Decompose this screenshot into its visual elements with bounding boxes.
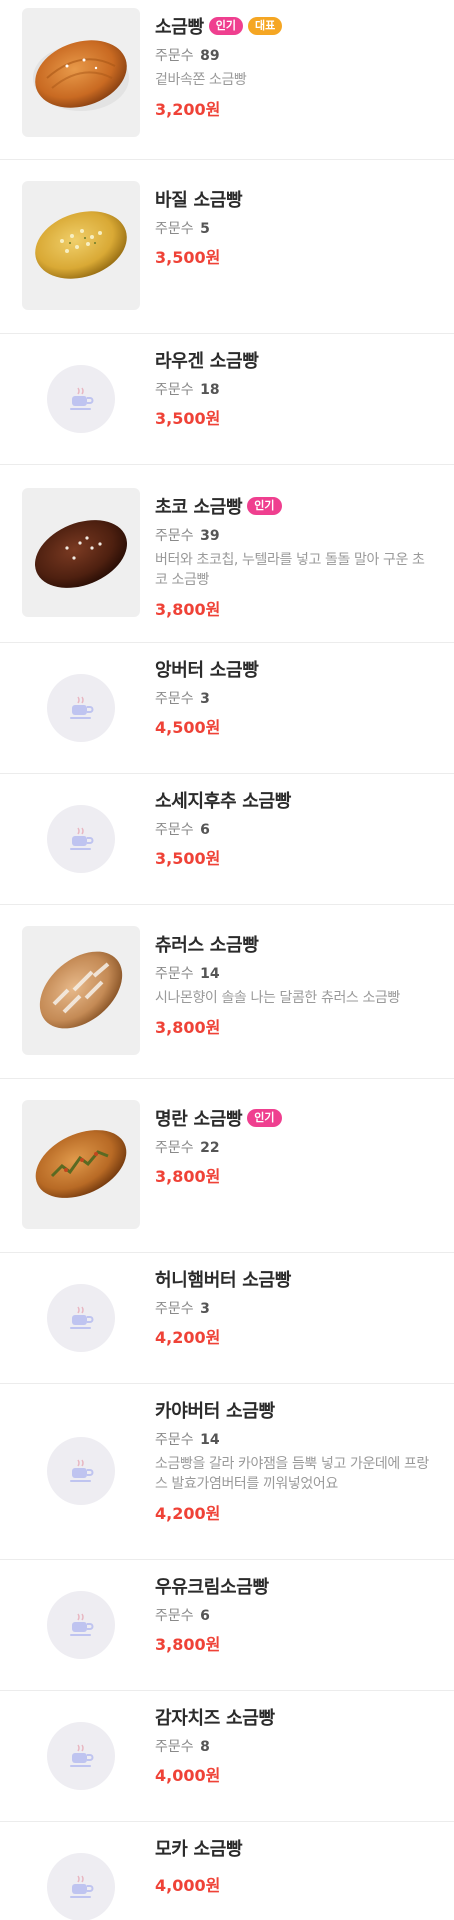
popular-badge: 인기 bbox=[247, 1109, 282, 1127]
signature-badge: 대표 bbox=[248, 17, 283, 35]
item-price: 3,800원 bbox=[155, 1167, 221, 1186]
item-price: 4,200원 bbox=[155, 1504, 221, 1523]
bread-image bbox=[22, 488, 140, 617]
coffee-cup-icon bbox=[47, 805, 115, 873]
order-count: 주문수 8 bbox=[155, 1739, 210, 1755]
item-name: 초코 소금빵 bbox=[155, 497, 243, 518]
item-price: 3,500원 bbox=[155, 409, 221, 428]
item-name: 바질 소금빵 bbox=[155, 190, 243, 211]
item-name: 명란 소금빵 bbox=[155, 1109, 243, 1130]
item-description: 겉바속쫀 소금빵 bbox=[155, 72, 247, 88]
menu-item[interactable]: 앙버터 소금빵 주문수 3 4,500원 bbox=[0, 643, 454, 774]
item-price: 3,200원 bbox=[155, 100, 221, 119]
item-price: 3,500원 bbox=[155, 849, 221, 868]
bread-image bbox=[22, 8, 140, 137]
image-placeholder bbox=[22, 1699, 140, 1813]
item-price: 4,000원 bbox=[155, 1876, 221, 1895]
item-price: 3,800원 bbox=[155, 1018, 221, 1037]
item-name: 츄러스 소금빵 bbox=[155, 935, 259, 956]
item-price: 3,500원 bbox=[155, 248, 221, 267]
coffee-cup-icon bbox=[47, 1284, 115, 1352]
order-count: 주문수 6 bbox=[155, 1608, 210, 1624]
image-placeholder bbox=[22, 651, 140, 765]
image-placeholder bbox=[22, 1830, 140, 1920]
order-count: 주문수 22 bbox=[155, 1140, 220, 1156]
item-price: 3,800원 bbox=[155, 1635, 221, 1654]
order-count: 주문수 6 bbox=[155, 822, 210, 838]
image-placeholder bbox=[22, 1261, 140, 1375]
menu-item[interactable]: 명란 소금빵 인기 주문수 22 3,800원 bbox=[0, 1079, 454, 1253]
order-count: 주문수 18 bbox=[155, 382, 220, 398]
menu-list: 소금빵 인기 대표 주문수 89 겉바속쫀 소금빵 3,200원 바질 소금빵 … bbox=[0, 0, 454, 1920]
menu-item[interactable]: 초코 소금빵 인기 주문수 39 버터와 초코칩, 누텔라를 넣고 돌돌 말아 … bbox=[0, 465, 454, 643]
popular-badge: 인기 bbox=[247, 497, 282, 515]
menu-item[interactable]: 우유크림소금빵 주문수 6 3,800원 bbox=[0, 1560, 454, 1691]
menu-item[interactable]: 카야버터 소금빵 주문수 14 소금빵을 갈라 카야잼을 듬뿍 넣고 가운데에 … bbox=[0, 1384, 454, 1560]
order-count: 주문수 39 bbox=[155, 528, 220, 544]
image-placeholder bbox=[22, 342, 140, 456]
item-name: 허니햄버터 소금빵 bbox=[155, 1270, 292, 1291]
bread-image bbox=[22, 181, 140, 310]
item-name: 우유크림소금빵 bbox=[155, 1577, 269, 1598]
image-placeholder bbox=[22, 782, 140, 896]
item-price: 4,500원 bbox=[155, 718, 221, 737]
order-count: 주문수 14 bbox=[155, 1432, 220, 1448]
menu-item[interactable]: 허니햄버터 소금빵 주문수 3 4,200원 bbox=[0, 1253, 454, 1384]
popular-badge: 인기 bbox=[208, 17, 244, 35]
item-name: 소금빵 bbox=[155, 17, 204, 38]
item-price: 4,000원 bbox=[155, 1766, 221, 1785]
item-name: 감자치즈 소금빵 bbox=[155, 1708, 275, 1729]
item-price: 3,800원 bbox=[155, 600, 221, 619]
item-name: 소세지후추 소금빵 bbox=[155, 791, 292, 812]
order-count: 주문수 14 bbox=[155, 966, 220, 982]
coffee-cup-icon bbox=[47, 1437, 115, 1505]
menu-item[interactable]: 소세지후추 소금빵 주문수 6 3,500원 bbox=[0, 774, 454, 905]
bread-image bbox=[22, 926, 140, 1055]
item-price: 4,200원 bbox=[155, 1328, 221, 1347]
coffee-cup-icon bbox=[47, 1722, 115, 1790]
item-name: 모카 소금빵 bbox=[155, 1839, 243, 1860]
order-count: 주문수 3 bbox=[155, 1301, 210, 1317]
item-description: 버터와 초코칩, 누텔라를 넣고 돌돌 말아 구운 초코 소금빵 bbox=[155, 552, 425, 588]
menu-item[interactable]: 소금빵 인기 대표 주문수 89 겉바속쫀 소금빵 3,200원 bbox=[0, 0, 454, 160]
menu-item[interactable]: 츄러스 소금빵 주문수 14 시나몬향이 솔솔 나는 달콤한 츄러스 소금빵 3… bbox=[0, 905, 454, 1079]
item-description: 시나몬향이 솔솔 나는 달콤한 츄러스 소금빵 bbox=[155, 990, 400, 1006]
bread-image bbox=[22, 1100, 140, 1229]
coffee-cup-icon bbox=[47, 674, 115, 742]
menu-item[interactable]: 감자치즈 소금빵 주문수 8 4,000원 bbox=[0, 1691, 454, 1822]
order-count: 주문수 3 bbox=[155, 691, 210, 707]
item-name: 앙버터 소금빵 bbox=[155, 660, 259, 681]
coffee-cup-icon bbox=[47, 1853, 115, 1920]
menu-item[interactable]: 라우겐 소금빵 주문수 18 3,500원 bbox=[0, 334, 454, 465]
coffee-cup-icon bbox=[47, 365, 115, 433]
item-description: 소금빵을 갈라 카야잼을 듬뿍 넣고 가운데에 프랑스 발효가염버터를 끼워넣었… bbox=[155, 1456, 429, 1492]
image-placeholder bbox=[22, 1414, 140, 1528]
menu-item[interactable]: 바질 소금빵 주문수 5 3,500원 bbox=[0, 160, 454, 334]
menu-item[interactable]: 모카 소금빵 4,000원 bbox=[0, 1822, 454, 1920]
order-count: 주문수 5 bbox=[155, 221, 210, 237]
item-name: 라우겐 소금빵 bbox=[155, 351, 259, 372]
coffee-cup-icon bbox=[47, 1591, 115, 1659]
image-placeholder bbox=[22, 1568, 140, 1682]
item-name: 카야버터 소금빵 bbox=[155, 1401, 275, 1422]
order-count: 주문수 89 bbox=[155, 48, 220, 64]
